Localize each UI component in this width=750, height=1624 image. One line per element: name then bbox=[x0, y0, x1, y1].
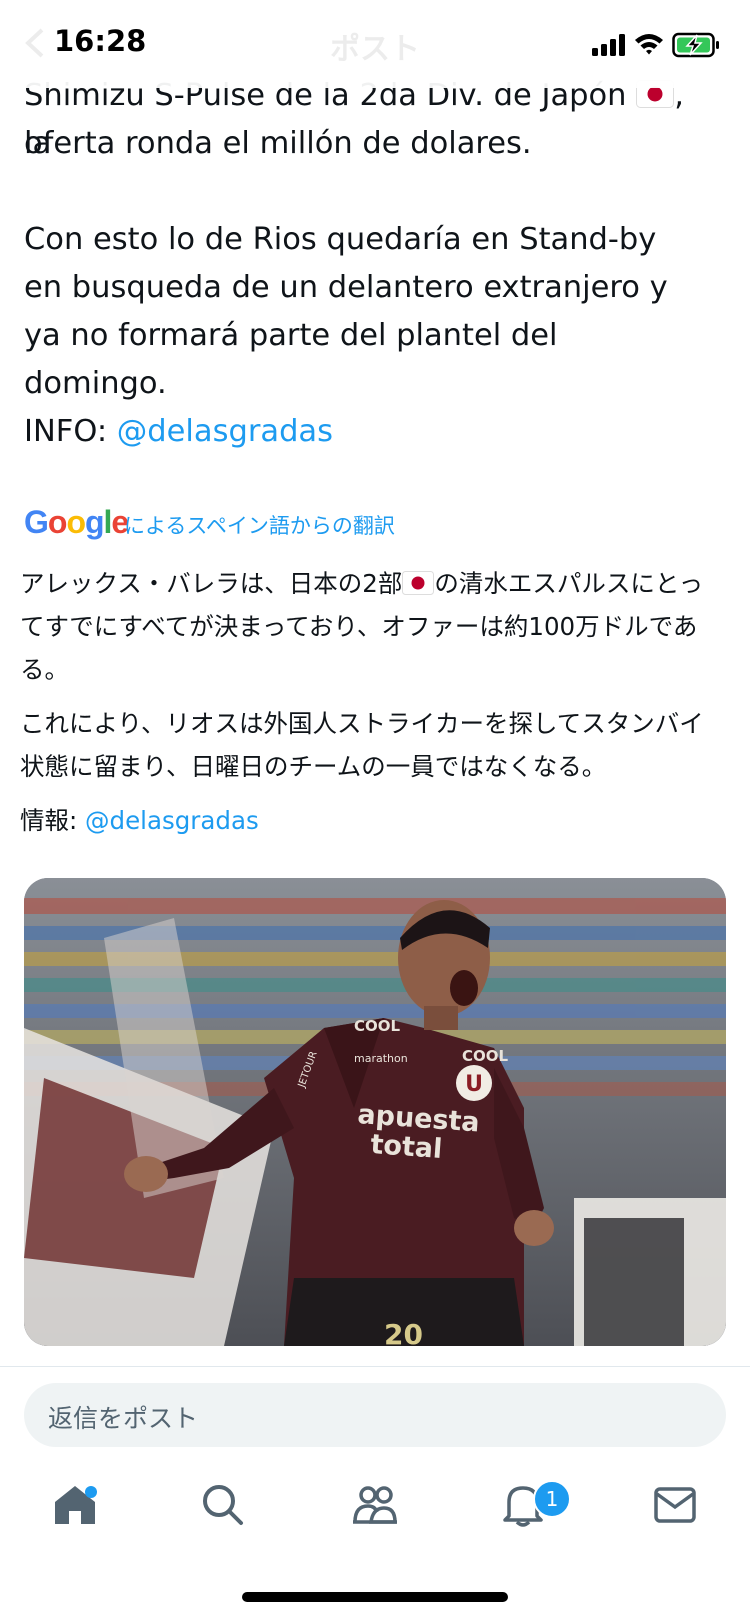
japan-flag-icon bbox=[402, 571, 435, 595]
reply-placeholder: 返信をポスト bbox=[48, 1404, 199, 1433]
home-unread-dot bbox=[85, 1486, 97, 1498]
tab-search[interactable] bbox=[188, 1470, 258, 1540]
info-label: 情報: bbox=[20, 806, 86, 835]
notification-badge: 1 bbox=[533, 1480, 571, 1518]
bottom-tab-bar bbox=[0, 1470, 750, 1550]
messages-icon bbox=[654, 1487, 696, 1523]
search-icon bbox=[203, 1485, 243, 1525]
translated-text-fragment: アレックス・バレラは、日本の2部 bbox=[20, 569, 403, 598]
tweet-paragraph-2: Con esto lo de Rios quedaría en Stand-by… bbox=[24, 222, 668, 401]
google-logo: Google bbox=[24, 504, 129, 540]
tab-home[interactable] bbox=[40, 1470, 110, 1540]
tweet-info: INFO: @delasgradas bbox=[24, 408, 714, 456]
status-bar: 16:28 ポスト bbox=[0, 0, 750, 88]
tab-messages[interactable] bbox=[640, 1470, 710, 1540]
tweet-text-line-2: oferta ronda el millón de dolares. bbox=[24, 126, 532, 161]
tab-communities[interactable] bbox=[340, 1470, 410, 1540]
translated-info: 情報: @delasgradas bbox=[20, 799, 720, 842]
jersey-brand-right: COOL bbox=[462, 1047, 509, 1065]
photo-illustration: U COOL COOL marathon JETOUR apuesta tota… bbox=[24, 878, 726, 1346]
divider bbox=[0, 1366, 750, 1367]
jersey-crest-letter: U bbox=[465, 1072, 483, 1097]
translated-paragraph-1: アレックス・バレラは、日本の2部 の清水エスパルスにとってすでにすべてが決まってお… bbox=[20, 562, 720, 691]
translated-paragraph-2: これにより、リオスは外国人ストライカーを探してスタンバイ状態に留まり、日曜日のチ… bbox=[20, 709, 704, 781]
tweet-photo[interactable]: U COOL COOL marathon JETOUR apuesta tota… bbox=[24, 878, 726, 1346]
battery-charging-icon bbox=[672, 32, 719, 58]
communities-icon bbox=[353, 1486, 397, 1524]
home-indicator bbox=[242, 1592, 508, 1602]
jersey-chest-text: marathon bbox=[354, 1052, 408, 1065]
translation-label: によるスペイン語からの翻訳 bbox=[124, 514, 395, 538]
jersey-brand-left: COOL bbox=[354, 1017, 401, 1035]
info-label: INFO: bbox=[24, 414, 117, 449]
jersey-sponsor-line-2: total bbox=[370, 1129, 444, 1165]
wifi-icon bbox=[635, 34, 663, 55]
cellular-signal-icon bbox=[592, 34, 625, 56]
shorts-number: 20 bbox=[384, 1318, 423, 1346]
reply-input[interactable]: 返信をポスト bbox=[24, 1383, 726, 1447]
mention-link[interactable]: @delasgradas bbox=[117, 414, 333, 449]
mention-link[interactable]: @delasgradas bbox=[85, 806, 259, 835]
